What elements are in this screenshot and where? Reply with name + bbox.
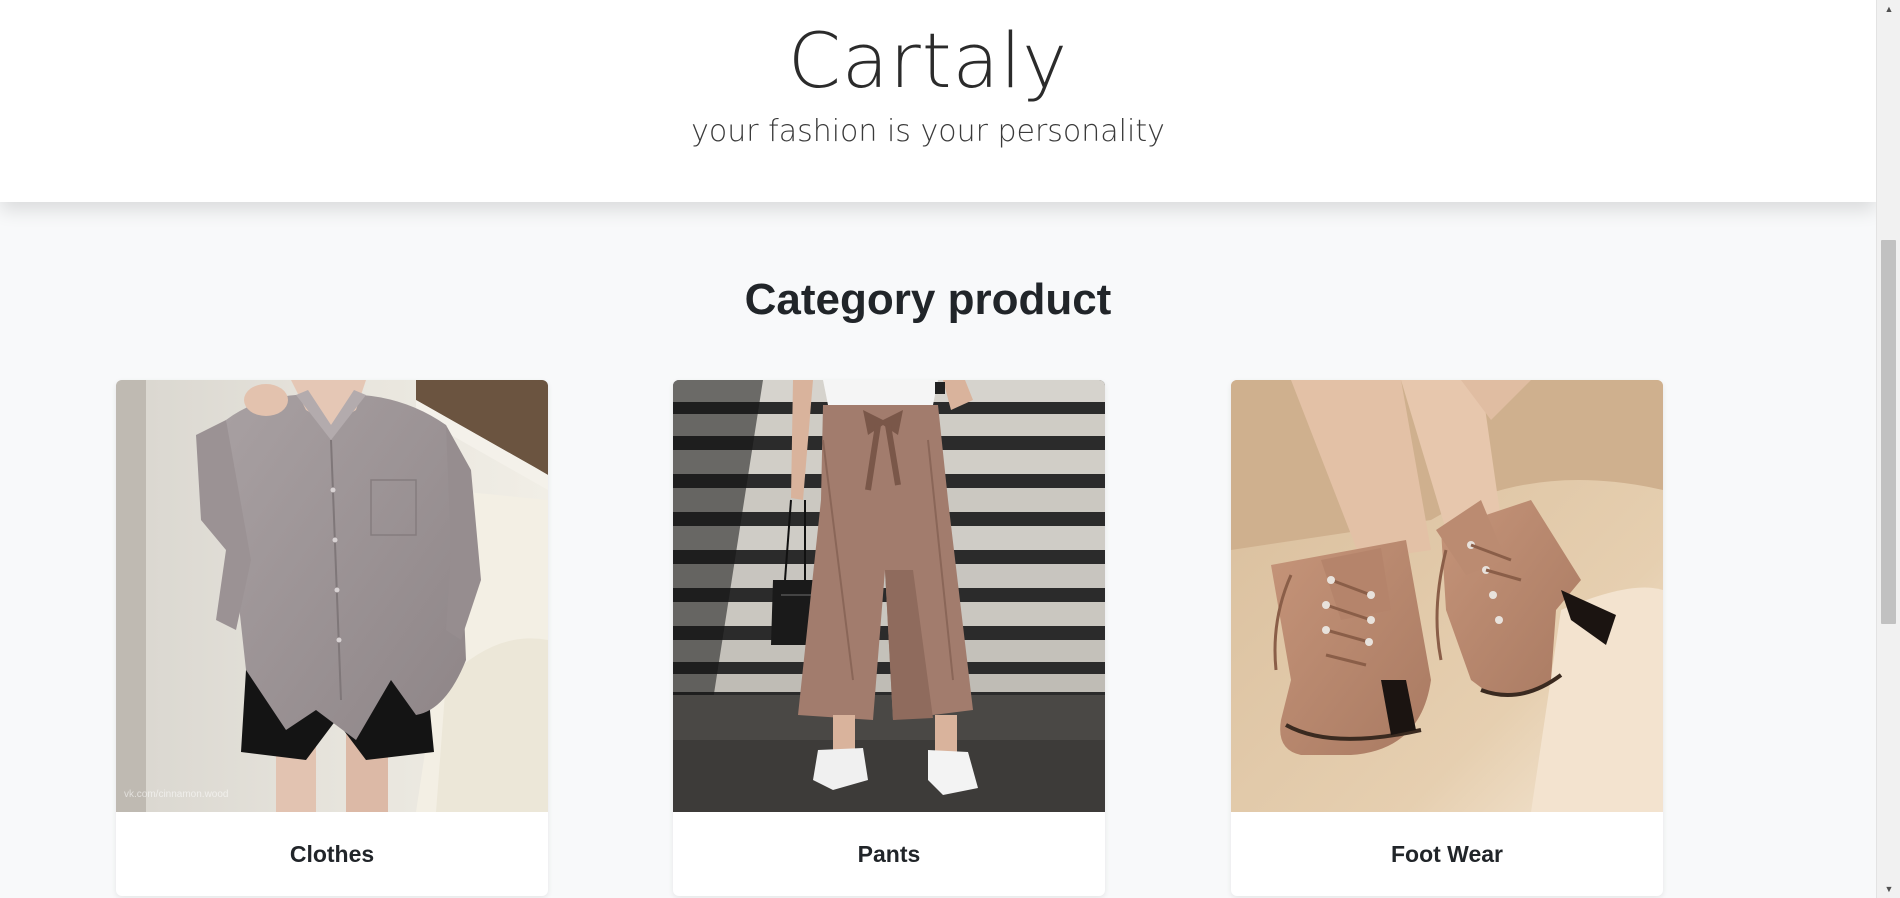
image-watermark: vk.com/cinnamon.wood <box>124 789 229 800</box>
category-card-footwear[interactable]: Foot Wear <box>1231 380 1663 896</box>
scroll-up-icon[interactable]: ▲ <box>1877 0 1900 18</box>
category-label-footwear[interactable]: Foot Wear <box>1231 812 1663 896</box>
brand-title[interactable]: Cartaly <box>0 16 1856 106</box>
page-content: Cartaly your fashion is your personality… <box>0 0 1876 898</box>
clothes-image[interactable]: vk.com/cinnamon.wood <box>116 380 548 812</box>
scroll-down-icon[interactable]: ▼ <box>1877 880 1900 898</box>
category-card-pants[interactable]: Pants <box>673 380 1105 896</box>
shirt-photo-icon <box>116 380 548 812</box>
pants-photo-icon <box>673 380 1105 812</box>
browser-viewport: Cartaly your fashion is your personality… <box>0 0 1900 898</box>
section-title: Category product <box>744 275 1112 324</box>
pants-image[interactable] <box>673 380 1105 812</box>
vertical-scrollbar[interactable]: ▲ ▼ <box>1876 0 1900 898</box>
category-label-pants[interactable]: Pants <box>673 812 1105 896</box>
site-header: Cartaly your fashion is your personality <box>0 0 1876 202</box>
footwear-image[interactable] <box>1231 380 1663 812</box>
boots-photo-icon <box>1231 380 1663 812</box>
scroll-thumb[interactable] <box>1881 240 1896 624</box>
brand-tagline: your fashion is your personality <box>691 114 1165 149</box>
category-card-clothes[interactable]: vk.com/cinnamon.wood Clothes <box>116 380 548 896</box>
category-label-clothes[interactable]: Clothes <box>116 812 548 896</box>
